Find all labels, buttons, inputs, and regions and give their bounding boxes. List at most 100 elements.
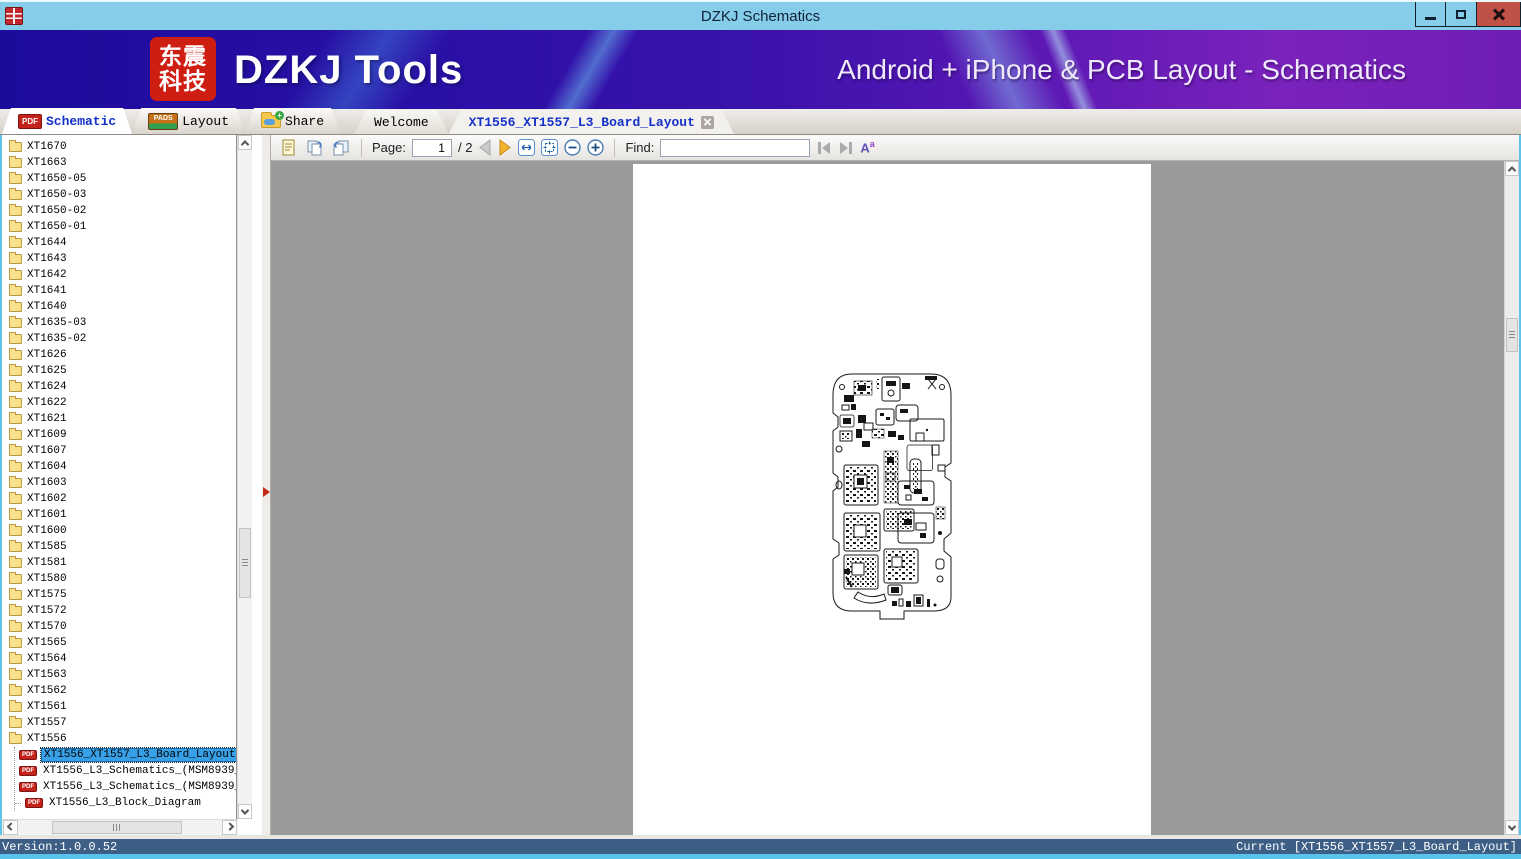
folder-label: XT1641 bbox=[27, 285, 67, 297]
tree-folder-row[interactable]: XT1635-02 bbox=[2, 331, 236, 347]
tree-folder-row[interactable]: XT1563 bbox=[2, 667, 236, 683]
tab-layout-label: Layout bbox=[182, 113, 230, 129]
folder-label: XT1626 bbox=[27, 349, 67, 361]
tree-folder-row[interactable]: XT1642 bbox=[2, 267, 236, 283]
tree-folder-row[interactable]: XT1561 bbox=[2, 699, 236, 715]
tree-folder-row[interactable]: XT1635-03 bbox=[2, 315, 236, 331]
tree-folder-row[interactable]: XT1575 bbox=[2, 587, 236, 603]
snapshot-icon[interactable] bbox=[279, 139, 299, 157]
tree-file-row[interactable]: PDF XT1556_L3_Schematics_(MSM8939_U10 bbox=[15, 779, 236, 795]
tree-file-row[interactable]: PDF XT1556_XT1557_L3_Board_Layout bbox=[15, 747, 236, 763]
sidebar-horizontal-scrollbar[interactable] bbox=[2, 819, 238, 835]
scrollbar-thumb[interactable] bbox=[1506, 318, 1518, 352]
toolbar-separator bbox=[614, 138, 616, 157]
tab-schematic[interactable]: PDF Schematic bbox=[2, 108, 132, 134]
scrollbar-thumb[interactable] bbox=[52, 821, 182, 834]
tree-file-row[interactable]: PDF XT1556_L3_Block_Diagram bbox=[15, 795, 236, 811]
find-next-button[interactable] bbox=[838, 141, 854, 155]
find-previous-button[interactable] bbox=[816, 141, 832, 155]
tree-folder-row[interactable]: XT1562 bbox=[2, 683, 236, 699]
page-number-input[interactable] bbox=[411, 138, 452, 157]
tree-folder-row[interactable]: XT1650-03 bbox=[2, 187, 236, 203]
chevron-down-icon bbox=[1507, 821, 1517, 831]
tree-folder-row[interactable]: XT1626 bbox=[2, 347, 236, 363]
scroll-up-button[interactable] bbox=[238, 135, 252, 150]
rotate-counterclockwise-icon[interactable] bbox=[331, 139, 351, 157]
file-label: XT1556_XT1557_L3_Board_Layout bbox=[39, 747, 236, 763]
previous-page-button[interactable] bbox=[478, 139, 492, 156]
splitter-collapse-arrow-icon[interactable] bbox=[263, 487, 270, 497]
viewer-vertical-scrollbar[interactable] bbox=[1504, 161, 1519, 835]
scroll-right-button[interactable] bbox=[222, 820, 237, 835]
find-label: Find: bbox=[625, 140, 655, 155]
tree-folder-row[interactable]: XT1572 bbox=[2, 603, 236, 619]
viewer-column: Page: / 2 bbox=[271, 135, 1519, 835]
tree-folder-row[interactable]: XT1625 bbox=[2, 363, 236, 379]
folder-label: XT1563 bbox=[27, 669, 67, 681]
zoom-out-button[interactable] bbox=[564, 139, 582, 156]
scrollbar-thumb[interactable] bbox=[239, 528, 251, 598]
tree-folder-row[interactable]: XT1640 bbox=[2, 299, 236, 315]
pdf-viewer bbox=[271, 161, 1519, 835]
folder-label: XT1650-03 bbox=[27, 189, 87, 201]
tree-folder-row[interactable]: XT1609 bbox=[2, 427, 236, 443]
folder-icon bbox=[9, 332, 22, 344]
tree-folder-row[interactable]: XT1663 bbox=[2, 155, 236, 171]
tree-folder-row[interactable]: XT1650-05 bbox=[2, 171, 236, 187]
tree-folder-row[interactable]: XT1556 bbox=[2, 731, 236, 747]
tree-folder-row[interactable]: XT1602 bbox=[2, 491, 236, 507]
close-button[interactable] bbox=[1477, 2, 1521, 27]
fit-width-button[interactable] bbox=[518, 139, 536, 156]
scroll-left-button[interactable] bbox=[3, 820, 18, 835]
tree-folder-row[interactable]: XT1580 bbox=[2, 571, 236, 587]
tab-share[interactable]: + Share bbox=[245, 108, 340, 134]
pdf-page bbox=[633, 164, 1151, 835]
tree-folder-row[interactable]: XT1600 bbox=[2, 523, 236, 539]
tab-layout[interactable]: PADS Layout bbox=[132, 108, 245, 134]
tree-folder-row[interactable]: XT1622 bbox=[2, 395, 236, 411]
tree-folder-row[interactable]: XT1603 bbox=[2, 475, 236, 491]
tree-folder-row[interactable]: XT1670 bbox=[2, 139, 236, 155]
tree-folder-row[interactable]: XT1643 bbox=[2, 251, 236, 267]
folder-icon bbox=[9, 684, 22, 696]
tree-folder-row[interactable]: XT1585 bbox=[2, 539, 236, 555]
tab-bar: PDF Schematic PADS Layout + Share Welcom… bbox=[0, 109, 1521, 135]
tree-folder-row[interactable]: XT1650-01 bbox=[2, 219, 236, 235]
folder-icon bbox=[9, 460, 22, 472]
tree-folder-row[interactable]: XT1644 bbox=[2, 235, 236, 251]
tree-file-row[interactable]: PDF XT1556_L3_Schematics_(MSM8939_U10 bbox=[15, 763, 236, 779]
tree-folder-row[interactable]: XT1564 bbox=[2, 651, 236, 667]
tree-folder-row[interactable]: XT1604 bbox=[2, 459, 236, 475]
tree-folder-row[interactable]: XT1650-02 bbox=[2, 203, 236, 219]
scroll-down-button[interactable] bbox=[1505, 820, 1519, 835]
tree-folder-row[interactable]: XT1624 bbox=[2, 379, 236, 395]
tab-close-icon[interactable] bbox=[701, 116, 714, 129]
minimize-button[interactable] bbox=[1415, 2, 1446, 27]
match-case-icon[interactable]: Aa bbox=[860, 139, 874, 155]
next-page-button[interactable] bbox=[498, 139, 512, 156]
tree-folder-row[interactable]: XT1570 bbox=[2, 619, 236, 635]
fit-page-button[interactable] bbox=[541, 139, 559, 156]
zoom-in-button[interactable] bbox=[587, 139, 605, 156]
pdf-file-icon: PDF bbox=[19, 750, 37, 760]
folder-icon bbox=[9, 236, 22, 248]
tree-folder-row[interactable]: XT1557 bbox=[2, 715, 236, 731]
tree-folder-row[interactable]: XT1641 bbox=[2, 283, 236, 299]
scroll-up-button[interactable] bbox=[1505, 161, 1519, 176]
rotate-clockwise-icon[interactable] bbox=[305, 139, 325, 157]
panel-splitter[interactable] bbox=[262, 135, 271, 835]
doc-tab-board-layout[interactable]: XT1556_XT1557_L3_Board_Layout bbox=[449, 110, 734, 134]
find-input[interactable] bbox=[660, 138, 811, 157]
sidebar-vertical-scrollbar[interactable] bbox=[237, 135, 252, 819]
doc-tab-welcome[interactable]: Welcome bbox=[354, 110, 449, 134]
tree-folder-row[interactable]: XT1565 bbox=[2, 635, 236, 651]
tree-folder-row[interactable]: XT1607 bbox=[2, 443, 236, 459]
maximize-button[interactable] bbox=[1446, 2, 1477, 27]
scroll-down-button[interactable] bbox=[238, 804, 252, 819]
tree-folder-row[interactable]: XT1581 bbox=[2, 555, 236, 571]
folder-label: XT1603 bbox=[27, 477, 67, 489]
tree-folder-row[interactable]: XT1621 bbox=[2, 411, 236, 427]
folder-label: XT1624 bbox=[27, 381, 67, 393]
tree-folder-row[interactable]: XT1601 bbox=[2, 507, 236, 523]
pads-icon: PADS bbox=[148, 113, 178, 130]
